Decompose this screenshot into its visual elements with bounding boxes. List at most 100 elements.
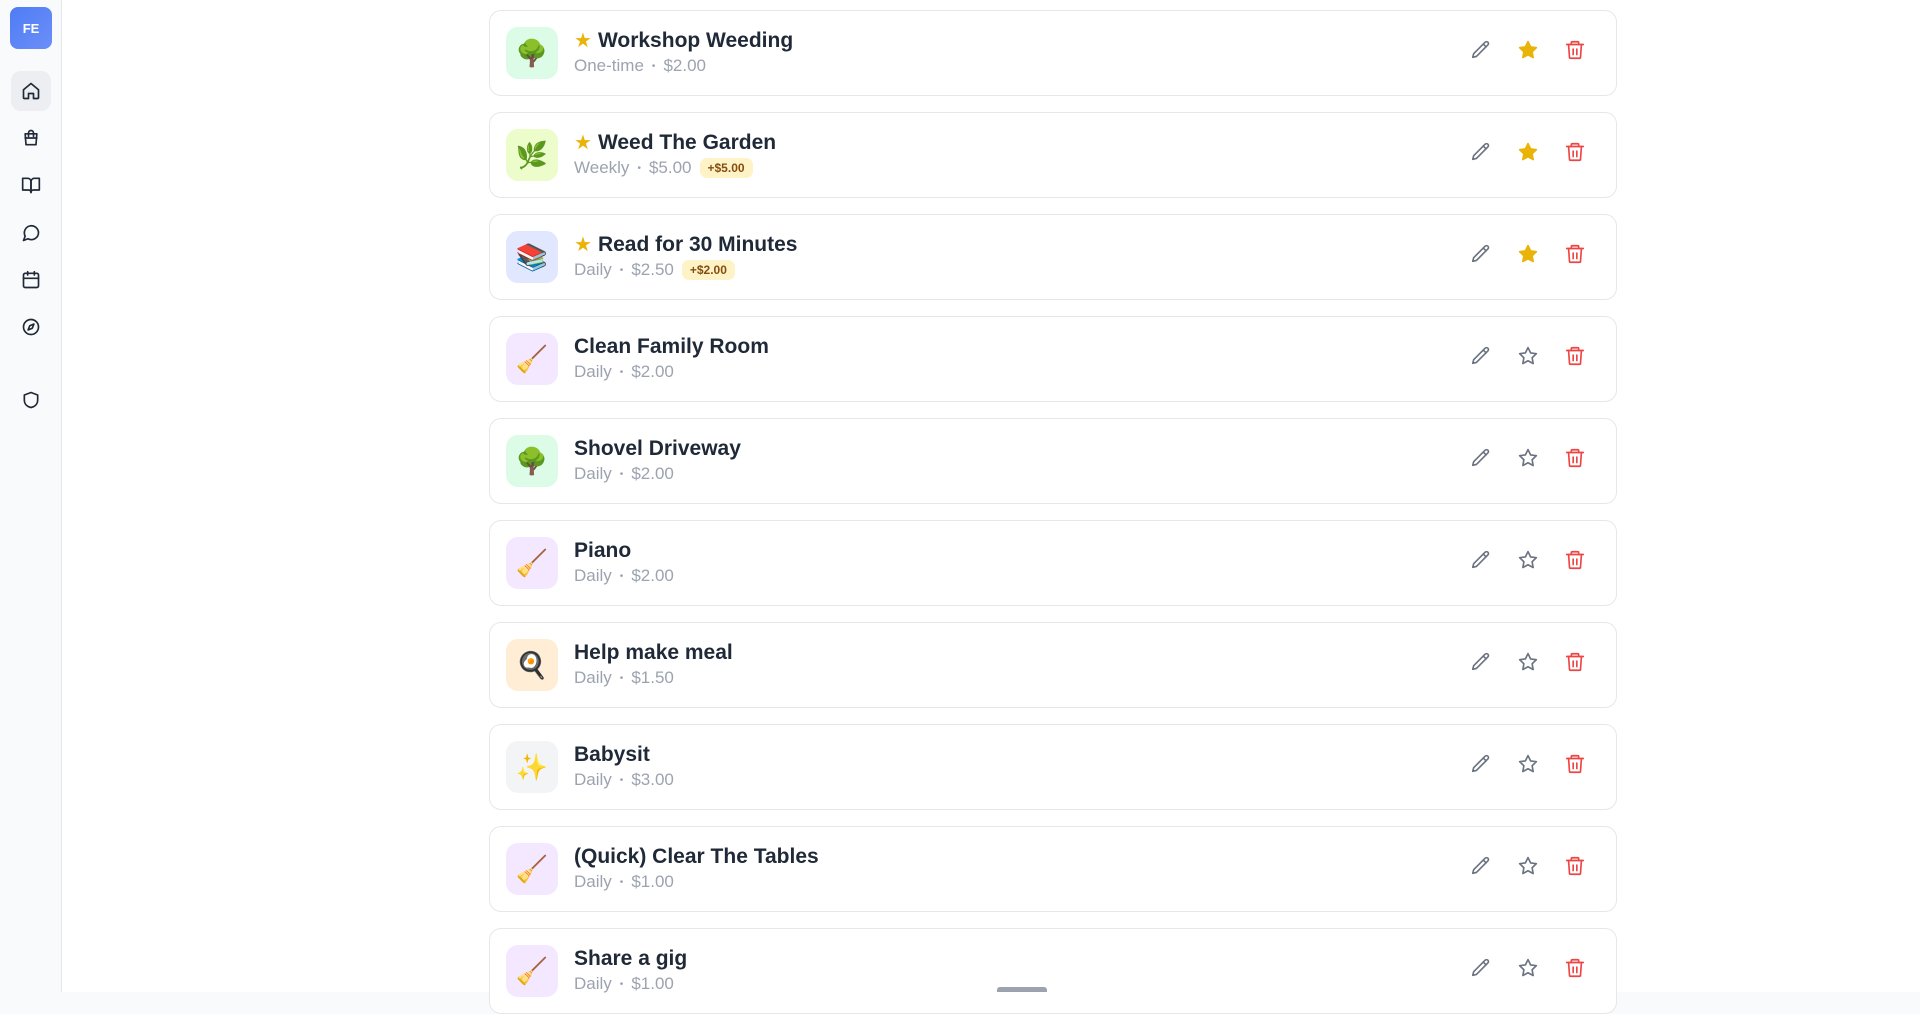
chore-title-row: ★Weed The Garden [574,131,776,155]
bonus-badge: +$5.00 [700,158,753,178]
chore-frequency: Daily [574,770,612,790]
scroll-handle[interactable] [997,987,1047,992]
chore-amount: $5.00 [649,158,692,178]
chore-actions [1470,345,1586,367]
star-outline-icon[interactable] [1517,855,1539,877]
edit-pencil-icon[interactable] [1470,651,1492,673]
delete-trash-icon[interactable] [1564,243,1586,265]
chore-meta: Daily•$2.50+$2.00 [574,260,735,280]
star-filled-icon[interactable] [1517,39,1539,61]
shield-icon [21,390,41,410]
chore-title-row: Piano [574,539,631,563]
nav-calendar[interactable] [11,260,51,300]
edit-pencil-icon[interactable] [1470,753,1492,775]
nav-home[interactable] [11,71,51,111]
chore-meta: Daily • $2.00 [574,566,674,586]
chore-card[interactable]: 🌿 ★Weed The Garden Weekly • $5.00 +$5.00 [489,112,1617,198]
delete-trash-icon[interactable] [1564,345,1586,367]
chore-frequency: Daily [574,260,612,280]
delete-trash-icon[interactable] [1564,549,1586,571]
star-outline-icon[interactable] [1517,447,1539,469]
chore-meta: Daily•$1.00 [574,872,674,892]
chore-amount: $2.00 [631,464,674,484]
chore-amount: $2.50 [631,260,674,280]
chore-card[interactable]: ✨BabysitDaily•$3.00 [489,724,1617,810]
delete-trash-icon[interactable] [1564,141,1586,163]
delete-trash-icon[interactable] [1564,855,1586,877]
edit-pencil-icon[interactable] [1470,957,1492,979]
chore-title-row: Help make meal [574,641,733,665]
edit-pencil-icon[interactable] [1470,141,1492,163]
chore-frequency: Weekly [574,158,629,178]
avatar[interactable]: FE [10,7,52,49]
favorite-star-icon: ★ [574,235,592,255]
chore-amount: $2.00 [631,362,674,382]
chore-card[interactable]: 🧹Clean Family RoomDaily•$2.00 [489,316,1617,402]
chore-title: Help make meal [574,641,733,665]
chore-card[interactable]: 🧹PianoDaily•$2.00 [489,520,1617,606]
chore-amount: $3.00 [631,770,674,790]
chat-icon [21,223,41,243]
edit-pencil-icon[interactable] [1470,243,1492,265]
broom-icon: 🧹 [506,843,558,895]
chore-amount: $2.00 [631,566,674,586]
separator-dot: • [620,877,624,888]
star-outline-icon[interactable] [1517,345,1539,367]
nav-messages[interactable] [11,213,51,253]
compass-icon [21,317,41,337]
chore-actions [1470,753,1586,775]
chore-actions [1470,243,1586,265]
star-outline-icon[interactable] [1517,957,1539,979]
chore-title-row: ★Workshop Weeding [574,29,793,53]
frying-pan-icon: 🍳 [506,639,558,691]
broom-icon: 🧹 [506,945,558,997]
chore-actions [1470,651,1586,673]
herb-icon: 🌿 [506,129,558,181]
nav-shop[interactable] [11,118,51,158]
separator-dot: • [620,775,624,786]
tree-icon: 🌳 [506,27,558,79]
chore-amount: $2.00 [663,56,706,76]
nav-library[interactable] [11,165,51,205]
chore-meta: Weekly • $5.00 +$5.00 [574,158,753,178]
star-outline-icon[interactable] [1517,753,1539,775]
chore-frequency: Daily [574,566,612,586]
chore-frequency: Daily [574,974,612,994]
chore-frequency: Daily [574,668,612,688]
separator-dot: • [620,469,624,480]
nav-security[interactable] [11,380,51,420]
star-filled-icon[interactable] [1517,141,1539,163]
home-icon [21,81,41,101]
separator-dot: • [620,367,624,378]
delete-trash-icon[interactable] [1564,651,1586,673]
star-outline-icon[interactable] [1517,549,1539,571]
separator-dot: • [637,163,641,174]
star-outline-icon[interactable] [1517,651,1539,673]
chore-meta: Daily • $3.00 [574,770,674,790]
nav-explore[interactable] [11,307,51,347]
edit-pencil-icon[interactable] [1470,345,1492,367]
edit-pencil-icon[interactable] [1470,447,1492,469]
chore-title: Workshop Weeding [598,29,793,53]
edit-pencil-icon[interactable] [1470,549,1492,571]
delete-trash-icon[interactable] [1564,957,1586,979]
chore-actions [1470,549,1586,571]
delete-trash-icon[interactable] [1564,753,1586,775]
separator-dot: • [620,265,624,276]
chore-card[interactable]: 🧹Share a gigDaily•$1.00 [489,928,1617,1014]
star-filled-icon[interactable] [1517,243,1539,265]
delete-trash-icon[interactable] [1564,447,1586,469]
sparkles-icon: ✨ [506,741,558,793]
chore-card[interactable]: 🍳Help make mealDaily•$1.50 [489,622,1617,708]
separator-dot: • [620,979,624,990]
separator-dot: • [620,571,624,582]
chore-card[interactable]: 🌳★Workshop WeedingOne-time•$2.00 [489,10,1617,96]
edit-pencil-icon[interactable] [1470,855,1492,877]
main-content: 🌳★Workshop WeedingOne-time•$2.00🌿★Weed T… [62,0,1920,992]
chore-actions [1470,855,1586,877]
delete-trash-icon[interactable] [1564,39,1586,61]
edit-pencil-icon[interactable] [1470,39,1492,61]
chore-card[interactable]: 🧹(Quick) Clear The TablesDaily•$1.00 [489,826,1617,912]
chore-card[interactable]: 🌳Shovel DrivewayDaily•$2.00 [489,418,1617,504]
chore-card[interactable]: 📚★Read for 30 MinutesDaily•$2.50+$2.00 [489,214,1617,300]
